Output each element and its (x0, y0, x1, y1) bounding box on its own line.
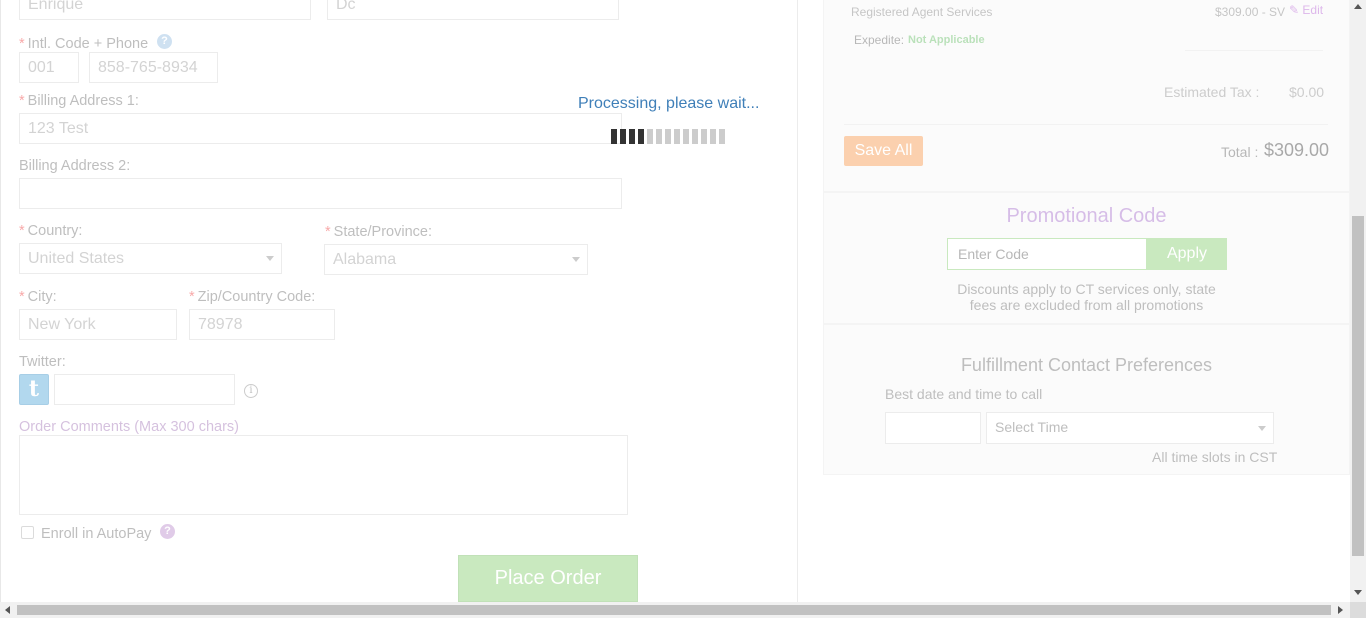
billing1-label-text: Billing Address 1: (27, 93, 139, 109)
chevron-down-icon (266, 256, 274, 261)
info-icon[interactable]: i (244, 384, 258, 398)
summary-rule-short (1185, 50, 1323, 51)
city-field[interactable]: New York (19, 309, 177, 340)
best-time-label: Best date and time to call (885, 386, 1043, 402)
intl-code-field[interactable]: 001 (19, 52, 79, 83)
promo-code-input[interactable]: Enter Code (947, 238, 1147, 270)
edit-label: Edit (1302, 3, 1324, 17)
twitter-icon: t (19, 374, 49, 405)
billing-address-2-field[interactable] (19, 178, 622, 209)
help-icon[interactable]: ? (157, 34, 172, 49)
summary-rule (844, 124, 1328, 125)
autopay-checkbox[interactable] (21, 526, 34, 539)
twitter-field[interactable] (54, 374, 235, 405)
phone-label: * Intl. Code + Phone (19, 36, 149, 52)
call-time-value: Select Time (995, 419, 1069, 435)
progress-segment (683, 129, 689, 144)
progress-segment (620, 129, 626, 144)
scrollbar-corner (1350, 602, 1366, 618)
phone-label-text: Intl. Code + Phone (27, 36, 149, 52)
scroll-down-icon[interactable] (1354, 590, 1362, 595)
column-divider (797, 0, 798, 602)
progress-segment (710, 129, 716, 144)
country-label: * Country: (19, 223, 83, 239)
total-value: $309.00 (1264, 140, 1330, 160)
promo-title: Promotional Code (1006, 205, 1167, 227)
service-name: Registered Agent Services (851, 5, 993, 19)
order-comments-label: Order Comments (Max 300 chars) (19, 419, 239, 435)
twitter-label: Twitter: (19, 354, 66, 370)
save-all-button[interactable]: Save All (844, 136, 923, 166)
expedite-value: Not Applicable (908, 34, 985, 46)
processing-progress (611, 129, 725, 144)
country-label-text: Country: (27, 223, 83, 239)
city-label: * City: (19, 289, 57, 305)
state-label: * State/Province: (325, 224, 432, 240)
zip-label: * Zip/Country Code: (189, 289, 316, 305)
place-order-button[interactable]: Place Order (458, 555, 638, 602)
scroll-right-icon[interactable] (1338, 606, 1343, 614)
call-date-field[interactable] (885, 412, 981, 444)
expedite-label: Expedite: (854, 33, 905, 47)
promo-note-line1: Discounts apply to CT services only, sta… (957, 281, 1216, 297)
progress-segment (692, 129, 698, 144)
progress-segment (629, 129, 635, 144)
progress-segment (674, 129, 680, 144)
billing1-label: * Billing Address 1: (19, 93, 139, 109)
state-label-text: State/Province: (333, 224, 432, 240)
total-label: Total : (1221, 144, 1259, 160)
progress-segment (638, 129, 644, 144)
progress-segment (611, 129, 617, 144)
scroll-left-icon[interactable] (5, 606, 10, 614)
zip-field[interactable]: 78978 (189, 309, 335, 340)
tax-label: Estimated Tax : (1164, 84, 1260, 100)
apply-button[interactable]: Apply (1147, 238, 1227, 270)
chevron-down-icon (572, 257, 580, 262)
service-price: $309.00 - SV (1215, 5, 1286, 19)
autopay-label: Enroll in AutoPay (41, 526, 152, 542)
timezone-note: All time slots in CST (1152, 449, 1278, 465)
city-label-text: City: (27, 289, 57, 305)
vertical-scroll-thumb[interactable] (1352, 216, 1364, 556)
edit-link[interactable]: ✎ Edit (1289, 3, 1323, 17)
tax-value: $0.00 (1289, 84, 1325, 100)
state-select[interactable]: Alabama (324, 244, 588, 275)
fulfillment-title: Fulfillment Contact Preferences (960, 355, 1213, 375)
call-time-select[interactable]: Select Time (986, 412, 1274, 444)
country-select[interactable]: United States (19, 243, 282, 274)
autopay-help-icon[interactable]: ? (160, 524, 175, 539)
processing-message: Processing, please wait... (578, 95, 760, 112)
billing-address-1-field[interactable]: 123 Test (19, 113, 622, 144)
order-comments-textarea[interactable] (19, 435, 628, 515)
page-left-border (0, 0, 1, 602)
billing2-label: Billing Address 2: (19, 158, 131, 174)
progress-segment (701, 129, 707, 144)
first-name-field[interactable]: Enrique (19, 0, 311, 20)
promo-note-line2: fees are excluded from all promotions (969, 297, 1204, 313)
country-value: United States (28, 250, 125, 267)
last-name-field[interactable]: Dc (327, 0, 619, 20)
progress-segment (656, 129, 662, 144)
state-value: Alabama (333, 251, 397, 268)
zip-label-text: Zip/Country Code: (197, 289, 316, 305)
progress-segment (647, 129, 653, 144)
progress-segment (719, 129, 725, 144)
phone-field[interactable]: 858-765-8934 (89, 52, 218, 83)
scroll-up-icon[interactable] (1354, 4, 1362, 9)
pencil-icon: ✎ (1289, 3, 1300, 17)
progress-segment (665, 129, 671, 144)
chevron-down-icon (1258, 426, 1266, 431)
horizontal-scroll-thumb[interactable] (17, 605, 1331, 615)
